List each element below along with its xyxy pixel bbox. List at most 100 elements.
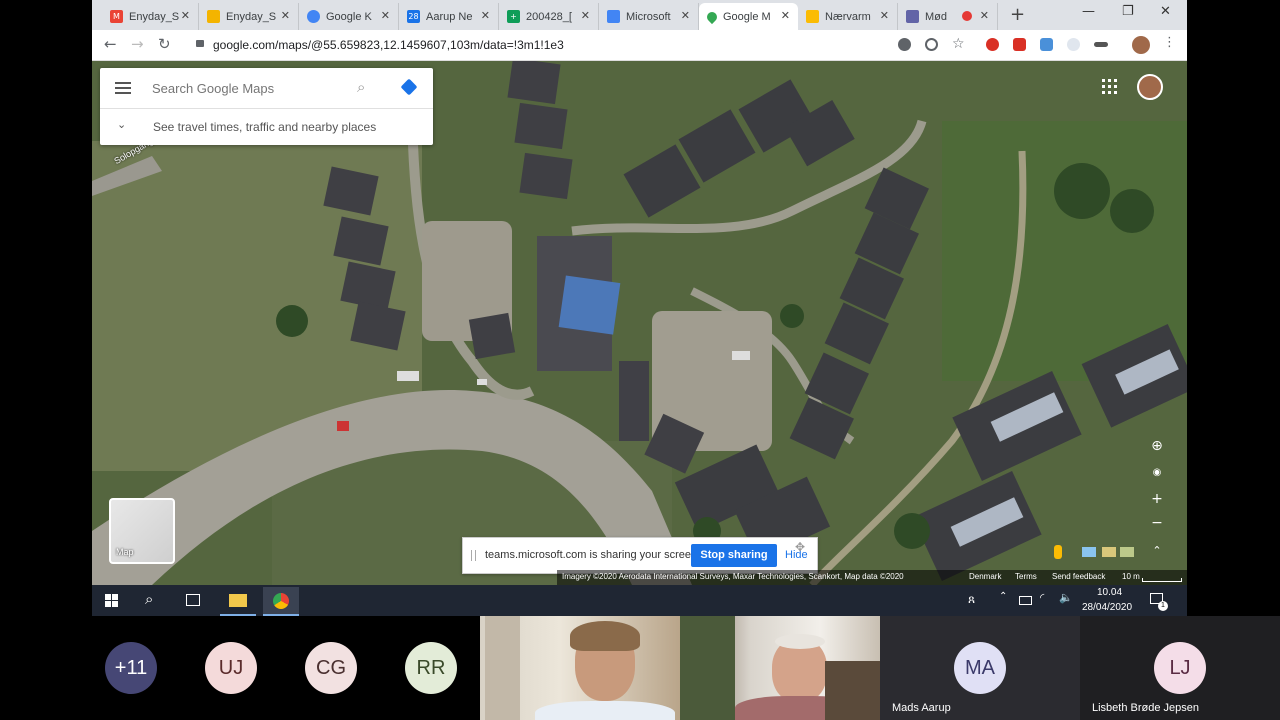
tab-close-icon[interactable]: ✕ [181, 9, 190, 22]
scale-bar [1142, 578, 1182, 582]
participant-avatar: MA [954, 642, 1006, 694]
chevron-up-icon[interactable]: ⌃ [1147, 541, 1167, 561]
extension-cloud-icon[interactable] [1067, 38, 1080, 51]
browser-tab[interactable]: 28 Aarup Ne ✕ [399, 3, 499, 30]
participant-tile[interactable]: UJ [180, 616, 280, 720]
browser-tab[interactable]: Mød ✕ [898, 3, 998, 30]
extension-lastpass-icon[interactable] [1013, 38, 1026, 51]
zoom-out-icon[interactable]: − [1147, 513, 1167, 533]
divider [100, 108, 433, 109]
bookmark-star-icon[interactable]: ☆ [952, 36, 965, 52]
imagery-thumb-2[interactable] [1102, 547, 1116, 557]
tab-title: Enyday_S [226, 10, 277, 23]
satellite-map[interactable]: Solopgang ⌕ ⌄ See travel times, traffic … [92, 61, 1187, 585]
task-view-icon[interactable] [186, 594, 200, 606]
participant-tile[interactable]: CG [280, 616, 380, 720]
pegman-icon[interactable] [1054, 545, 1062, 559]
extension-camera-icon[interactable] [1040, 38, 1053, 51]
extension-pen-icon[interactable] [1094, 42, 1108, 47]
new-tab-icon[interactable]: + [1010, 4, 1025, 25]
tab-close-icon[interactable]: ✕ [980, 9, 989, 22]
tab-title: Aarup Ne [426, 10, 473, 23]
travel-times-link[interactable]: See travel times, traffic and nearby pla… [153, 120, 376, 134]
country-link[interactable]: Denmark [969, 572, 1001, 581]
feedback-link[interactable]: Send feedback [1052, 572, 1105, 581]
tab-close-icon[interactable]: ✕ [381, 9, 390, 22]
participant-avatar: CG [305, 642, 357, 694]
lock-icon [196, 40, 204, 47]
apps-grid-icon[interactable] [1102, 79, 1117, 94]
tab-title: 200428_[ [526, 10, 572, 23]
share-message: teams.microsoft.com is sharing your scre… [485, 549, 701, 561]
clock-date[interactable]: 28/04/2020 [1082, 602, 1132, 613]
tab-close-icon[interactable]: ✕ [281, 9, 290, 22]
slides-icon [207, 10, 220, 23]
tray-chevron-icon[interactable]: ⌃ [999, 591, 1007, 602]
account-avatar[interactable] [1137, 74, 1163, 100]
tab-title: Microsoft [626, 10, 671, 23]
browser-tab[interactable]: Enyday_S ✕ [199, 3, 299, 30]
search-icon[interactable]: ⌕ [357, 78, 365, 96]
drag-handle-icon[interactable] [471, 550, 476, 561]
gmail-icon: M [110, 10, 123, 23]
participant-name: Mads Aarup [892, 702, 951, 714]
imagery-thumb-1[interactable] [1082, 547, 1096, 557]
participant-avatar: UJ [205, 642, 257, 694]
tab-close-icon[interactable]: ✕ [781, 9, 790, 22]
search-icon[interactable]: ⌕ [145, 590, 153, 608]
volume-icon[interactable]: 🔈 [1059, 591, 1073, 604]
browser-tab[interactable]: Microsoft ✕ [599, 3, 699, 30]
reload-icon[interactable]: ↻ [158, 35, 171, 53]
browser-tab[interactable]: + 200428_[ ✕ [499, 3, 599, 30]
search-input[interactable] [150, 76, 344, 100]
chevron-down-icon[interactable]: ⌄ [117, 118, 126, 131]
clock-time[interactable]: 10.04 [1097, 587, 1122, 598]
layer-toggle-map[interactable]: Map [109, 498, 175, 564]
browser-tab[interactable]: M Enyday_S ✕ [102, 3, 199, 30]
scale-label[interactable]: 10 m [1122, 572, 1140, 581]
address-bar[interactable]: google.com/maps/@55.659823,12.1459607,10… [213, 35, 993, 55]
menu-kebab-icon[interactable]: ⋮ [1163, 35, 1176, 50]
file-explorer-taskbar[interactable] [220, 587, 256, 616]
forward-icon[interactable]: → [131, 35, 144, 53]
zoom-in-icon[interactable]: + [1147, 489, 1167, 509]
tab-close-icon[interactable]: ✕ [880, 9, 889, 22]
profile-avatar[interactable] [1132, 36, 1150, 54]
back-icon[interactable]: ← [104, 35, 117, 53]
calendar-icon: 28 [407, 10, 420, 23]
tab-close-icon[interactable]: ✕ [481, 9, 490, 22]
tab-close-icon[interactable]: ✕ [581, 9, 590, 22]
browser-tab[interactable]: Nærvarm ✕ [798, 3, 898, 30]
add-icon[interactable] [925, 38, 938, 51]
globe-icon[interactable]: ⊕ [1147, 436, 1167, 456]
restore-icon[interactable]: ❐ [1122, 4, 1134, 19]
browser-tab[interactable]: Google K ✕ [299, 3, 399, 30]
imagery-thumb-3[interactable] [1120, 547, 1134, 557]
extension-red-icon[interactable] [986, 38, 999, 51]
close-window-icon[interactable]: ✕ [1160, 4, 1171, 19]
hamburger-menu-icon[interactable] [115, 80, 131, 96]
battery-icon[interactable] [1019, 596, 1032, 605]
terms-link[interactable]: Terms [1015, 572, 1037, 581]
directions-icon[interactable] [400, 78, 418, 96]
move-icon[interactable]: ✥ [795, 540, 805, 554]
browser-tab-active[interactable]: Google M ✕ [699, 3, 798, 30]
my-location-icon[interactable]: ◉ [1147, 463, 1167, 483]
participant-tile[interactable]: RR [380, 616, 480, 720]
maps-icon [704, 9, 720, 24]
tab-close-icon[interactable]: ✕ [681, 9, 690, 22]
folder-icon [229, 594, 247, 607]
overflow-participants[interactable]: +11 [80, 616, 180, 720]
chrome-taskbar[interactable] [263, 587, 299, 616]
participant-tile-mads-aarup[interactable]: MA Mads Aarup [880, 616, 1080, 720]
location-icon[interactable] [898, 38, 911, 51]
participant-tile-lisbeth[interactable]: LJ Lisbeth Brøde Jepsen [1080, 616, 1280, 720]
video-tile[interactable] [680, 616, 880, 720]
windows-start-icon[interactable] [105, 594, 118, 607]
minimize-icon[interactable]: — [1082, 4, 1095, 19]
participant-avatar: LJ [1154, 642, 1206, 694]
wifi-icon[interactable]: ◜ [1040, 591, 1044, 604]
video-tile[interactable] [480, 616, 680, 720]
stop-sharing-button[interactable]: Stop sharing [691, 544, 777, 567]
people-icon[interactable]: ጸ [968, 592, 975, 607]
